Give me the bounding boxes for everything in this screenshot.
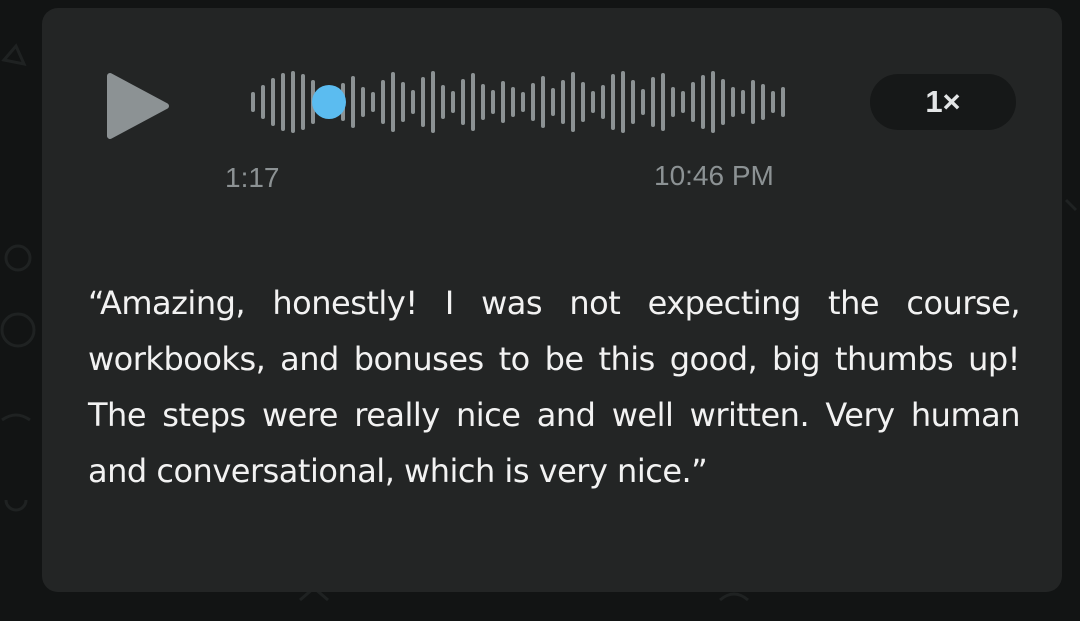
waveform-bar [561, 80, 565, 124]
waveform-bar [611, 74, 615, 130]
waveform-bar [721, 79, 725, 125]
message-timestamp: 10:46 PM [654, 160, 774, 191]
playback-speed-button[interactable]: 1× [870, 74, 1016, 130]
waveform-bar [661, 73, 665, 131]
waveform-bar [381, 80, 385, 124]
waveform-bar [481, 84, 485, 120]
waveform-bar [671, 87, 675, 117]
waveform-bar [291, 71, 295, 133]
waveform-bar [261, 85, 265, 119]
waveform-bar [691, 82, 695, 122]
testimonial-text: “Amazing, honestly! I was not expecting … [88, 284, 1021, 490]
play-icon [107, 73, 169, 139]
waveform-bar [541, 76, 545, 128]
waveform-bar [431, 71, 435, 133]
waveform-bar [301, 74, 305, 130]
waveform-bar [521, 92, 525, 112]
playback-position-knob[interactable] [312, 85, 346, 119]
waveform-bar [441, 85, 445, 119]
audio-duration: 1:17 [225, 162, 280, 193]
waveform-bar [551, 88, 555, 116]
playback-speed-label: 1× [925, 84, 961, 119]
waveform-bar [281, 73, 285, 131]
waveform-bar [601, 85, 605, 119]
waveform-bar [361, 87, 365, 117]
waveform-bar [351, 76, 355, 128]
waveform-bar [501, 81, 505, 123]
waveform-bar [641, 89, 645, 115]
waveform-bar [651, 77, 655, 127]
waveform-bar [511, 87, 515, 117]
waveform-bar [621, 71, 625, 133]
waveform-bar [741, 90, 745, 114]
waveform-bar [711, 71, 715, 133]
waveform-bar [491, 90, 495, 114]
waveform-bar [631, 80, 635, 124]
waveform-bar [271, 78, 275, 126]
play-button[interactable] [106, 70, 170, 142]
waveform-bar [781, 87, 785, 117]
waveform-bar [391, 72, 395, 132]
waveform-bar [471, 73, 475, 131]
waveform-bar [421, 77, 425, 127]
waveform-bar [731, 87, 735, 117]
waveform-bar [761, 84, 765, 120]
waveform-bar [251, 92, 255, 112]
waveform-bar [681, 91, 685, 113]
waveform-bar [451, 91, 455, 113]
waveform-bar [701, 75, 705, 129]
waveform-bar [461, 79, 465, 125]
waveform-bar [581, 82, 585, 122]
waveform-bar [411, 90, 415, 114]
waveform-bar [591, 91, 595, 113]
waveform-bar [571, 72, 575, 132]
waveform-bar [371, 92, 375, 112]
waveform-bar [401, 82, 405, 122]
waveform-scrubber[interactable] [248, 64, 788, 140]
waveform-bar [771, 91, 775, 113]
waveform-bar [751, 80, 755, 124]
voice-message-bubble: 1× 1:17 10:46 PM “Amazing, honestly! I w… [42, 8, 1062, 592]
waveform-bar [531, 83, 535, 121]
